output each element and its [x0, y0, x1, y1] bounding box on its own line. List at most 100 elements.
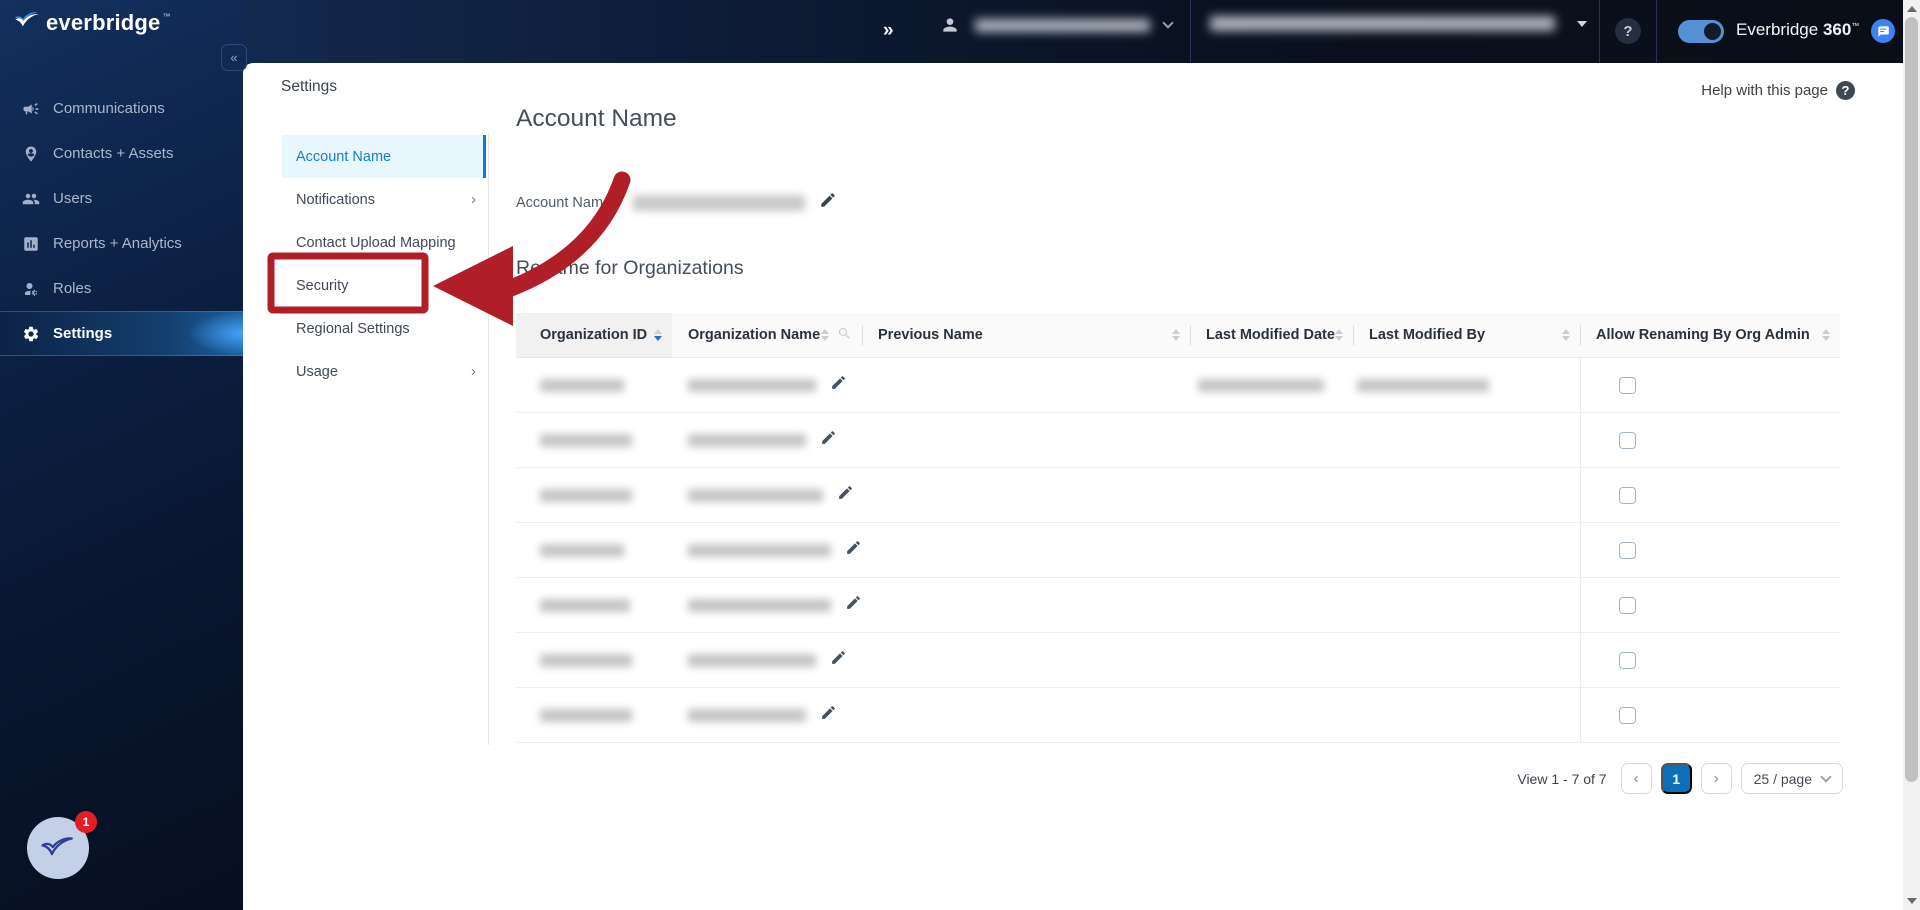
users-icon [22, 190, 40, 208]
organization-id-redacted [540, 378, 624, 392]
settings-menu-item-usage[interactable]: Usage › [282, 350, 486, 393]
account-name-value-redacted [633, 194, 806, 211]
menu-item-label: Regional Settings [296, 320, 410, 337]
sort-desc-icon[interactable] [1822, 336, 1830, 341]
organization-selector[interactable] [1210, 16, 1587, 31]
sort-asc-icon[interactable] [1562, 329, 1570, 334]
sort-control[interactable] [1172, 329, 1180, 341]
sidebar-item-reports-analytics[interactable]: Reports + Analytics [0, 221, 243, 266]
expand-icon[interactable]: » [883, 20, 894, 42]
cell-last-modified-date [1190, 358, 1353, 412]
user-menu[interactable] [940, 15, 1174, 35]
column-header-organization-name[interactable]: Organization Name [672, 313, 862, 357]
sort-asc-icon[interactable] [1822, 329, 1830, 334]
sort-desc-icon[interactable] [1172, 336, 1180, 341]
edit-organization-name-button[interactable] [823, 484, 854, 506]
sort-control[interactable] [654, 329, 662, 341]
product-label: Everbridge 360™ [1736, 20, 1859, 40]
cell-organization-id [516, 578, 672, 632]
sort-control[interactable] [1562, 329, 1570, 341]
help-button[interactable]: ? [1615, 18, 1641, 44]
allow-renaming-checkbox[interactable] [1619, 431, 1636, 449]
current-page-button[interactable]: 1 [1660, 763, 1692, 794]
edit-organization-name-button[interactable] [831, 594, 862, 616]
sort-desc-icon[interactable] [1562, 336, 1570, 341]
sort-desc-icon[interactable] [654, 336, 662, 341]
edit-organization-name-button[interactable] [806, 429, 837, 451]
everbridge-360-toggle[interactable] [1678, 20, 1724, 43]
menu-item-label: Contact Upload Mapping [296, 234, 456, 251]
organization-id-redacted [540, 598, 630, 612]
user-name-redacted [975, 18, 1150, 32]
sidebar-item-communications[interactable]: Communications [0, 86, 243, 131]
cell-last-modified-date [1190, 633, 1353, 687]
sort-control[interactable] [1335, 329, 1343, 341]
cell-allow-renaming [1580, 633, 1840, 687]
settings-menu-item-notifications[interactable]: Notifications › [282, 178, 486, 221]
next-page-button[interactable]: › [1700, 763, 1732, 794]
page-size-select[interactable]: 25 / page [1740, 763, 1843, 794]
sidebar-collapse-button[interactable]: « [221, 44, 247, 71]
column-header-last-modified-date[interactable]: Last Modified Date [1190, 313, 1353, 357]
content-area: Settings Help with this page ? Account N… [243, 63, 1903, 910]
settings-menu-item-account-name[interactable]: Account Name [282, 135, 486, 178]
sidebar: everbridge ™ Communications Contacts + As… [0, 0, 243, 910]
search-icon[interactable] [837, 326, 852, 345]
edit-organization-name-button[interactable] [831, 539, 862, 561]
cell-previous-name [862, 688, 1190, 742]
logo-trademark: ™ [162, 12, 171, 21]
sort-desc-icon[interactable] [1335, 336, 1343, 341]
sort-asc-icon[interactable] [1335, 329, 1343, 334]
help-with-page-link[interactable]: Help with this page ? [1701, 81, 1855, 100]
topbar-divider [1190, 0, 1191, 63]
scroll-down-arrow[interactable] [1907, 898, 1917, 904]
sort-asc-icon[interactable] [654, 329, 662, 334]
settings-menu-item-regional-settings[interactable]: Regional Settings [282, 307, 486, 350]
table-row [516, 468, 1840, 523]
cell-organization-id [516, 688, 672, 742]
gear-icon [22, 325, 40, 343]
column-header-allow-renaming-by-org-admin[interactable]: Allow Renaming By Org Admin [1580, 313, 1840, 357]
edit-account-name-button[interactable] [819, 191, 837, 214]
scrollbar-thumb[interactable] [1905, 17, 1918, 782]
allow-renaming-checkbox[interactable] [1619, 541, 1636, 559]
edit-organization-name-button[interactable] [816, 649, 847, 671]
organization-name-redacted [688, 708, 806, 722]
sort-desc-icon[interactable] [821, 336, 829, 341]
notification-badge[interactable]: 1 [75, 811, 97, 833]
cell-previous-name [862, 413, 1190, 467]
sidebar-item-users[interactable]: Users [0, 176, 243, 221]
organization-id-redacted [540, 488, 632, 502]
prev-page-button[interactable]: ‹ [1620, 763, 1652, 794]
product-name: Everbridge [1736, 20, 1819, 39]
cell-allow-renaming [1580, 523, 1840, 577]
allow-renaming-checkbox[interactable] [1619, 651, 1636, 669]
settings-menu-item-security[interactable]: Security [282, 264, 486, 307]
sort-asc-icon[interactable] [821, 329, 829, 334]
sidebar-item-settings[interactable]: Settings [0, 311, 243, 356]
header-separator [862, 325, 863, 346]
organization-name-redacted [1210, 16, 1555, 31]
sidebar-item-contacts-assets[interactable]: Contacts + Assets [0, 131, 243, 176]
column-header-last-modified-by[interactable]: Last Modified By [1353, 313, 1580, 357]
cell-previous-name [862, 468, 1190, 522]
chat-icon[interactable] [1871, 19, 1895, 43]
column-header-organization-id[interactable]: Organization ID [516, 313, 672, 357]
allow-renaming-checkbox[interactable] [1619, 486, 1636, 504]
cell-organization-id [516, 413, 672, 467]
allow-renaming-checkbox[interactable] [1619, 376, 1636, 394]
scrollbar[interactable] [1903, 0, 1920, 910]
sidebar-item-roles[interactable]: Roles [0, 266, 243, 311]
edit-organization-name-button[interactable] [806, 704, 837, 726]
allow-renaming-checkbox[interactable] [1619, 706, 1636, 724]
sort-control[interactable] [821, 326, 852, 345]
sort-control[interactable] [1822, 329, 1830, 341]
settings-menu-item-contact-upload-mapping[interactable]: Contact Upload Mapping [282, 221, 486, 264]
sort-asc-icon[interactable] [1172, 329, 1180, 334]
edit-organization-name-button[interactable] [816, 374, 847, 396]
scroll-up-arrow[interactable] [1907, 6, 1917, 12]
user-avatar-wrap: 1 [27, 811, 97, 881]
column-header-previous-name[interactable]: Previous Name [862, 313, 1190, 357]
allow-renaming-checkbox[interactable] [1619, 596, 1636, 614]
cell-last-modified-date [1190, 578, 1353, 632]
